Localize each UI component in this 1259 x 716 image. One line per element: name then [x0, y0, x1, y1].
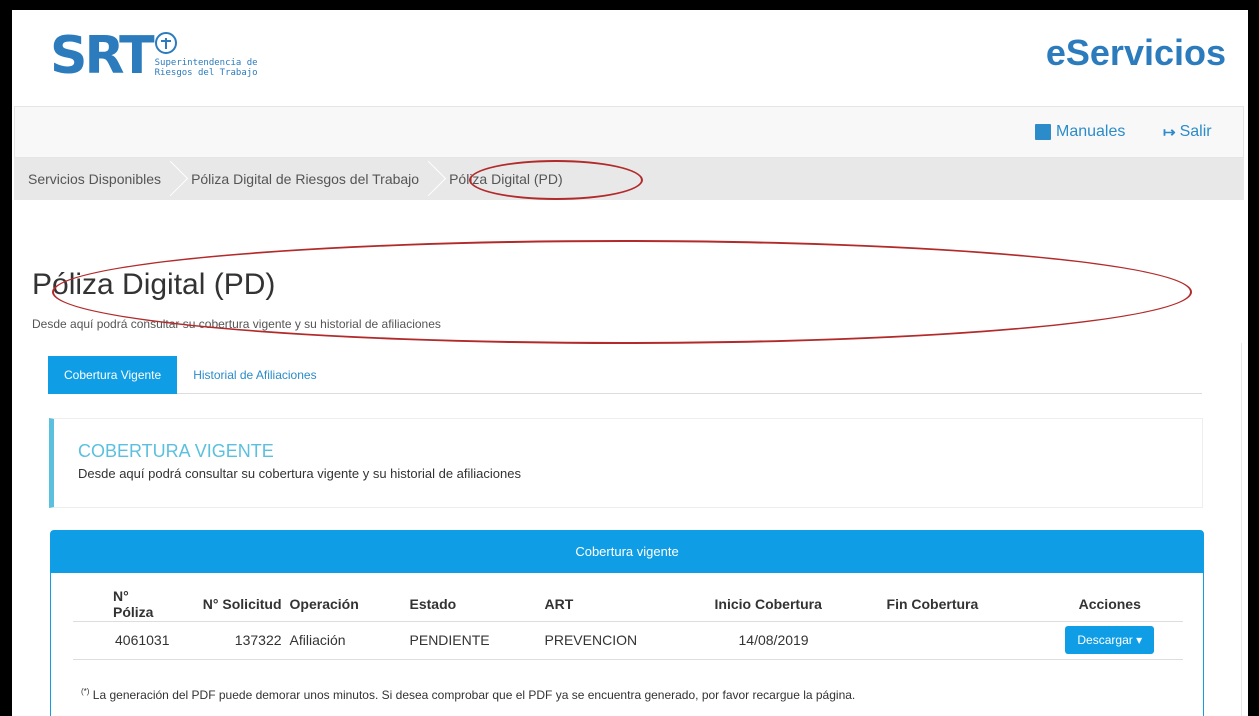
- pdf-note: (*) La generación del PDF puede demorar …: [81, 687, 855, 702]
- col-art: ART: [544, 587, 715, 622]
- caret-down-icon: ▾: [1136, 633, 1143, 647]
- tab-bar: Cobertura Vigente Historial de Afiliacio…: [48, 356, 1202, 394]
- page: SRT Superintendencia de Riesgos del Trab…: [12, 10, 1248, 716]
- table-header-row: N° Póliza N° Solicitud Operación Estado …: [73, 587, 1183, 622]
- logo-subtitle-1: Superintendencia de: [154, 58, 258, 68]
- manuales-link[interactable]: Manuales: [1035, 123, 1125, 141]
- book-icon: [1035, 124, 1051, 140]
- col-estado: Estado: [409, 587, 545, 622]
- col-fin-cobertura: Fin Cobertura: [886, 587, 1037, 622]
- cell-art: PREVENCION: [544, 621, 715, 660]
- card-header: Cobertura vigente: [51, 531, 1203, 573]
- logo-mark-icon: [154, 32, 177, 54]
- col-solicitud: N° Solicitud: [169, 587, 290, 622]
- cell-poliza: 4061031: [73, 621, 170, 660]
- eservicios-brand: eServicios: [1045, 32, 1226, 73]
- top-navbar: Manuales ↦ Salir: [14, 106, 1244, 158]
- cell-fin: [886, 621, 1037, 660]
- manuales-label: Manuales: [1056, 123, 1126, 140]
- cell-estado: PENDIENTE: [409, 621, 545, 660]
- table-row: 4061031 137322 Afiliación PENDIENTE PREV…: [73, 621, 1183, 660]
- salir-link[interactable]: ↦ Salir: [1163, 123, 1212, 141]
- annotation-oval-breadcrumb: [469, 160, 643, 200]
- cell-operacion: Afiliación: [289, 621, 410, 660]
- coverage-card: Cobertura vigente N° Póliza N° Solicitud…: [50, 530, 1204, 716]
- srt-logo[interactable]: SRT Superintendencia de Riesgos del Trab…: [50, 30, 258, 82]
- tab-historial-afiliaciones[interactable]: Historial de Afiliaciones: [177, 356, 332, 394]
- callout-text: Desde aquí podrá consultar su cobertura …: [78, 466, 521, 481]
- tab-cobertura-vigente[interactable]: Cobertura Vigente: [48, 356, 178, 394]
- coverage-table: N° Póliza N° Solicitud Operación Estado …: [73, 587, 1183, 660]
- download-label: Descargar: [1077, 633, 1133, 647]
- callout-title: COBERTURA VIGENTE: [78, 441, 274, 461]
- col-inicio-cobertura: Inicio Cobertura: [714, 587, 887, 622]
- sign-out-icon: ↦: [1163, 124, 1176, 141]
- breadcrumb-item-servicios[interactable]: Servicios Disponibles: [14, 158, 179, 200]
- annotation-oval-table: [52, 240, 1192, 344]
- salir-label: Salir: [1179, 123, 1212, 140]
- logo-subtitle-2: Riesgos del Trabajo: [154, 68, 258, 78]
- logo-subtitle: Superintendencia de Riesgos del Trabajo: [155, 58, 258, 78]
- breadcrumb-item-poliza-riesgos[interactable]: Póliza Digital de Riesgos del Trabajo: [179, 158, 437, 200]
- col-acciones: Acciones: [1036, 587, 1183, 622]
- cell-acciones: Descargar ▾: [1036, 621, 1183, 660]
- cell-solicitud: 137322: [169, 621, 290, 660]
- col-operacion: Operación: [289, 587, 410, 622]
- note-mark: (*): [81, 687, 90, 696]
- download-dropdown-button[interactable]: Descargar ▾: [1065, 626, 1155, 654]
- info-callout: COBERTURA VIGENTE Desde aquí podrá consu…: [49, 418, 1203, 508]
- tabs-panel: Cobertura Vigente Historial de Afiliacio…: [34, 343, 1242, 716]
- logo-text: SRT: [50, 26, 155, 86]
- note-text: La generación del PDF puede demorar unos…: [92, 688, 856, 702]
- col-poliza: N° Póliza: [73, 587, 170, 622]
- breadcrumb: Servicios Disponibles Póliza Digital de …: [14, 158, 1244, 200]
- cell-inicio: 14/08/2019: [714, 621, 887, 660]
